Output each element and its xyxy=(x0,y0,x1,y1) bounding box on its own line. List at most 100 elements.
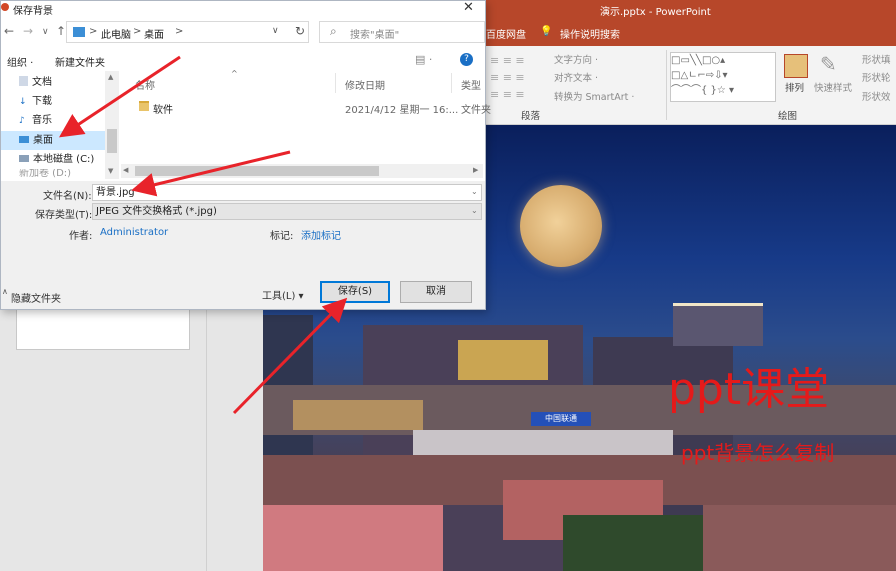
shape-outline-button[interactable]: 形状轮 xyxy=(862,70,891,84)
tab-baidu-netdisk[interactable]: 百度网盘 xyxy=(486,26,526,41)
filename-input[interactable]: 背景.jpg xyxy=(92,184,482,201)
sidebar-item-label: 文档 xyxy=(32,77,52,88)
breadcrumb-this-pc[interactable]: 此电脑 xyxy=(101,26,131,41)
address-bar[interactable]: > 此电脑 > 桌面 > ∨ xyxy=(66,21,309,43)
navigation-scrollbar[interactable]: ▲ ▼ xyxy=(105,71,119,179)
tags-label: 标记: xyxy=(270,231,294,242)
refresh-icon[interactable]: ↻ xyxy=(295,24,305,38)
column-header-type[interactable]: 类型 xyxy=(461,77,481,92)
navigation-pane: 文档 ↓ 下载 ♪ 音乐 桌面 本地磁盘 (C:) 新加卷 (D:) xyxy=(1,71,119,179)
dialog-toolbar: 组织 · 新建文件夹 ▤ · ? xyxy=(1,49,485,71)
tools-menu[interactable]: 工具(L) ▾ xyxy=(262,287,304,302)
cancel-button[interactable]: 取消 xyxy=(400,281,472,303)
search-placeholder: 搜索"桌面" xyxy=(350,30,400,41)
arrange-button[interactable]: 排列 xyxy=(785,80,804,94)
column-divider xyxy=(451,73,452,93)
address-dropdown-chevron-icon[interactable]: ∨ xyxy=(272,26,279,36)
ribbon-divider xyxy=(666,50,667,120)
sidebar-item-music[interactable]: ♪ 音乐 xyxy=(19,111,117,130)
drawing-group-label: 绘图 xyxy=(778,111,798,122)
column-divider xyxy=(335,73,336,93)
new-folder-button[interactable]: 新建文件夹 xyxy=(55,54,105,69)
hide-folders-button[interactable]: 隐藏文件夹 xyxy=(11,290,61,305)
column-header-name[interactable]: 名称 xyxy=(135,77,155,92)
shape-fill-button[interactable]: 形状填 xyxy=(862,52,891,66)
scroll-down-icon[interactable]: ▼ xyxy=(108,167,113,175)
scroll-left-icon[interactable]: ◀ xyxy=(123,166,128,174)
shape-effects-button[interactable]: 形状效 xyxy=(862,89,891,103)
convert-smartart-button[interactable]: 转换为 SmartArt · xyxy=(554,89,634,103)
sidebar-item-documents[interactable]: 文档 xyxy=(19,73,117,92)
author-field[interactable]: Administrator xyxy=(100,227,168,238)
sidebar-item-desktop[interactable]: 桌面 xyxy=(1,131,105,150)
building xyxy=(263,505,443,571)
building xyxy=(673,303,763,346)
lightbulb-icon: 💡 xyxy=(540,26,553,37)
shapes-gallery[interactable]: □▭╲╲□○▴ □△ㄴ⌐⇨⇩▾ ⌒⌒⌒{ }☆ ▾ xyxy=(670,52,776,102)
desktop-icon xyxy=(19,136,29,143)
quick-styles-button[interactable]: 快速样式 xyxy=(814,80,852,94)
collapse-chevron-icon[interactable]: ∧ xyxy=(2,287,8,296)
slide-subtitle[interactable]: ppt背景怎么复制 xyxy=(681,437,834,466)
breadcrumb-separator: > xyxy=(89,26,98,37)
drive-icon xyxy=(19,155,29,162)
filename-label: 文件名(N): xyxy=(43,191,92,202)
paragraph-group-label: 段落 xyxy=(521,111,541,122)
file-type: 文件夹 xyxy=(461,105,491,116)
quick-styles-icon: ✎ xyxy=(820,52,837,76)
organize-menu[interactable]: 组织 · xyxy=(7,54,33,69)
arrange-icon xyxy=(784,54,808,78)
music-icon: ♪ xyxy=(19,116,25,126)
building-sign: 中国联通 xyxy=(531,412,591,426)
download-icon: ↓ xyxy=(19,97,27,107)
scrollbar-thumb[interactable] xyxy=(107,129,117,153)
sidebar-item-downloads[interactable]: ↓ 下载 xyxy=(19,92,117,111)
sort-chevron-icon: ^ xyxy=(231,69,238,78)
column-header-modified[interactable]: 修改日期 xyxy=(345,77,385,92)
moon-image xyxy=(520,185,602,267)
file-name: 软件 xyxy=(153,105,173,116)
save-as-dialog: 保存背景 ✕ ← → ∨ ↑ > 此电脑 > 桌面 > ∨ ↻ ⌕ 搜索"桌面"… xyxy=(0,0,491,310)
sidebar-item-label: 音乐 xyxy=(32,115,52,126)
search-icon: ⌕ xyxy=(330,24,337,38)
table-row[interactable]: 软件 2021/4/12 星期一 16:... 文件夹 xyxy=(121,97,491,117)
sidebar-item-label: 新加卷 (D:) xyxy=(19,169,72,179)
view-options-icon[interactable]: ▤ · xyxy=(415,53,432,66)
powerpoint-window-title: 演示.pptx - PowerPoint xyxy=(600,7,711,18)
back-arrow-icon[interactable]: ← xyxy=(4,24,14,38)
filetype-select[interactable]: JPEG 文件交换格式 (*.jpg) xyxy=(92,203,482,220)
search-input[interactable]: ⌕ 搜索"桌面" xyxy=(319,21,485,43)
scroll-up-icon[interactable]: ▲ xyxy=(108,73,113,81)
sidebar-item-drive-d[interactable]: 新加卷 (D:) xyxy=(19,169,117,179)
tell-me-search[interactable]: 操作说明搜索 xyxy=(560,26,620,41)
lit-temple-building xyxy=(458,340,548,380)
filename-dropdown-chevron-icon[interactable]: ⌄ xyxy=(471,187,478,196)
breadcrumb-desktop[interactable]: 桌面 xyxy=(144,26,164,41)
save-button[interactable]: 保存(S) xyxy=(320,281,390,303)
scrollbar-thumb[interactable] xyxy=(135,166,379,176)
text-direction-button[interactable]: 文字方向 · xyxy=(554,52,598,66)
filetype-dropdown-chevron-icon[interactable]: ⌄ xyxy=(471,206,478,215)
close-icon[interactable]: ✕ xyxy=(463,0,474,15)
slide-title[interactable]: ppt课堂 xyxy=(668,353,829,417)
sidebar-item-drive-c[interactable]: 本地磁盘 (C:) xyxy=(19,150,117,169)
save-form: 文件名(N): 背景.jpg ⌄ 保存类型(T): JPEG 文件交换格式 (*… xyxy=(1,181,485,309)
breadcrumb-separator: > xyxy=(175,26,184,37)
folder-blue-icon xyxy=(73,27,85,37)
author-label: 作者: xyxy=(69,231,93,242)
powerpoint-icon xyxy=(1,3,9,11)
help-icon[interactable]: ? xyxy=(460,53,473,66)
recent-locations-chevron-icon[interactable]: ∨ xyxy=(42,27,49,37)
dialog-title: 保存背景 xyxy=(13,6,53,17)
file-modified: 2021/4/12 星期一 16:... xyxy=(345,105,459,116)
paragraph-buttons[interactable]: ≡ ≡ ≡ ≡ ≡ ≡ ≡ ≡ ≡ xyxy=(490,52,550,102)
up-arrow-icon[interactable]: ↑ xyxy=(56,24,66,38)
tags-field[interactable]: 添加标记 xyxy=(301,227,341,242)
scroll-right-icon[interactable]: ▶ xyxy=(473,166,478,174)
align-text-button[interactable]: 对齐文本 · xyxy=(554,70,598,84)
file-list-scrollbar[interactable]: ◀ ▶ xyxy=(121,164,483,178)
file-list: 名称 ^ 修改日期 类型 软件 2021/4/12 星期一 16:... 文件夹 xyxy=(121,69,491,166)
sidebar-item-label: 本地磁盘 (C:) xyxy=(33,154,95,165)
forward-arrow-icon[interactable]: → xyxy=(23,24,33,38)
trees xyxy=(563,515,703,571)
